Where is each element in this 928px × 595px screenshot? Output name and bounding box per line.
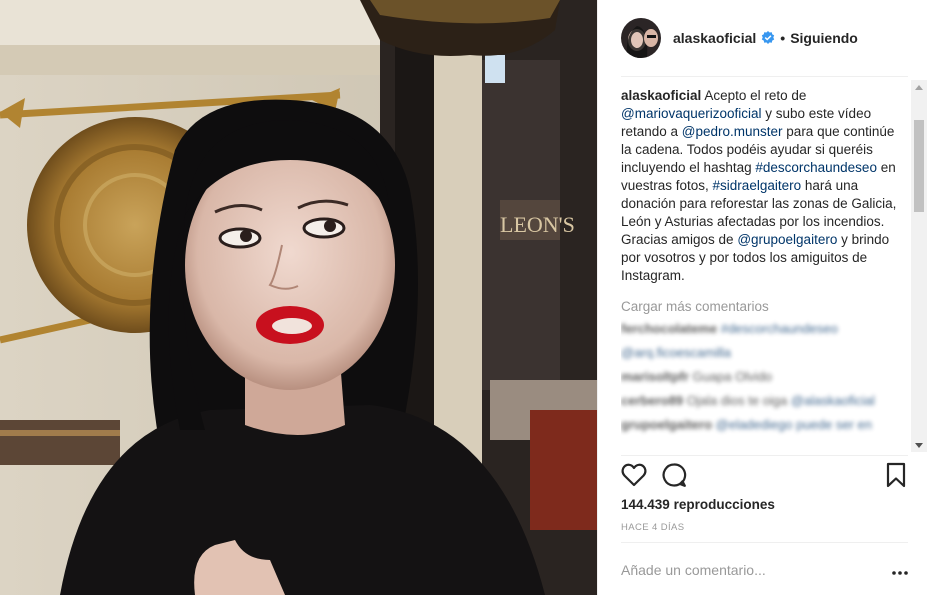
load-more-comments-button[interactable]: Cargar más comentarios (621, 299, 906, 314)
verified-badge-icon (762, 31, 775, 44)
post-caption: alaskaoficial Acepto el reto de @mariova… (621, 87, 906, 285)
hashtag-link[interactable]: #descorchaundeseo (755, 160, 877, 175)
comment-link[interactable]: #descorchaundeseo (721, 321, 838, 336)
comment-text: Guapa Olvido (692, 369, 773, 384)
post-actions (621, 462, 911, 490)
comment-item: cerbero89 Ojala dios te oiga @alaskaofic… (621, 392, 906, 410)
header-divider (621, 76, 908, 77)
view-count-number: 144.439 (621, 497, 670, 512)
actions-divider (621, 455, 908, 456)
caption-text: Acepto el reto de (701, 88, 807, 103)
comments-scrollbar[interactable] (911, 80, 927, 452)
caption-username[interactable]: alaskaoficial (621, 88, 701, 103)
comment-item: @arq.ficoescamilla (621, 344, 906, 362)
mention-link[interactable]: @grupoelgaitero (737, 232, 837, 247)
mention-link[interactable]: @mariovaquerizooficial (621, 106, 762, 121)
header-separator: • (780, 30, 786, 46)
post-side-panel: alaskaoficial • Siguiendo alaskaoficial … (597, 0, 928, 595)
scroll-down-arrow-icon[interactable] (911, 438, 927, 452)
instagram-post-modal: LEON'S alaskaoficial • Siguiendo alaskao… (0, 0, 928, 595)
video-player[interactable]: LEON'S (0, 0, 597, 595)
comment-input-divider (621, 542, 908, 543)
view-count: 144.439 reproducciones (621, 497, 775, 512)
mention-link[interactable]: @pedro.munster (682, 124, 783, 139)
scroll-up-arrow-icon[interactable] (911, 80, 927, 94)
bookmark-icon[interactable] (883, 462, 909, 488)
scrollbar-thumb[interactable] (914, 120, 924, 212)
add-comment-input[interactable]: Añade un comentario... (621, 562, 766, 578)
comment-item: ferchocolateme #descorchaundeseo (621, 320, 906, 338)
comment-link[interactable]: @alaskaoficial (791, 393, 875, 408)
following-button[interactable]: Siguiendo (790, 30, 858, 46)
comment-username[interactable]: grupoelgaitero (621, 417, 712, 432)
video-frame: LEON'S (0, 0, 597, 595)
post-author-username[interactable]: alaskaoficial (673, 30, 756, 46)
post-header: alaskaoficial • Siguiendo (598, 0, 928, 76)
comment-text: Ojala dios te oiga (686, 393, 791, 408)
comment-icon[interactable] (661, 462, 687, 488)
avatar[interactable] (621, 18, 661, 58)
svg-text:LEON'S: LEON'S (500, 212, 575, 237)
comment-item: grupoelgaitero @eladediego puede ser en (621, 416, 906, 434)
comments-list[interactable]: alaskaoficial Acepto el reto de @mariova… (621, 87, 906, 452)
comment-item: marisoltpfr Guapa Olvido (621, 368, 906, 386)
view-count-label: reproducciones (669, 497, 775, 512)
more-options-icon[interactable] (891, 570, 909, 576)
hashtag-link[interactable]: #sidraelgaitero (713, 178, 802, 193)
comment-username[interactable]: marisoltpfr (621, 369, 689, 384)
comment-username[interactable]: ferchocolateme (621, 321, 717, 336)
comment-username[interactable]: cerbero89 (621, 393, 683, 408)
heart-icon[interactable] (621, 462, 647, 488)
comment-link[interactable]: @arq.ficoescamilla (621, 345, 731, 360)
avatar-image (621, 18, 661, 58)
post-timestamp[interactable]: HACE 4 DÍAS (621, 522, 685, 533)
comment-link[interactable]: @eladediego puede ser en (716, 417, 872, 432)
